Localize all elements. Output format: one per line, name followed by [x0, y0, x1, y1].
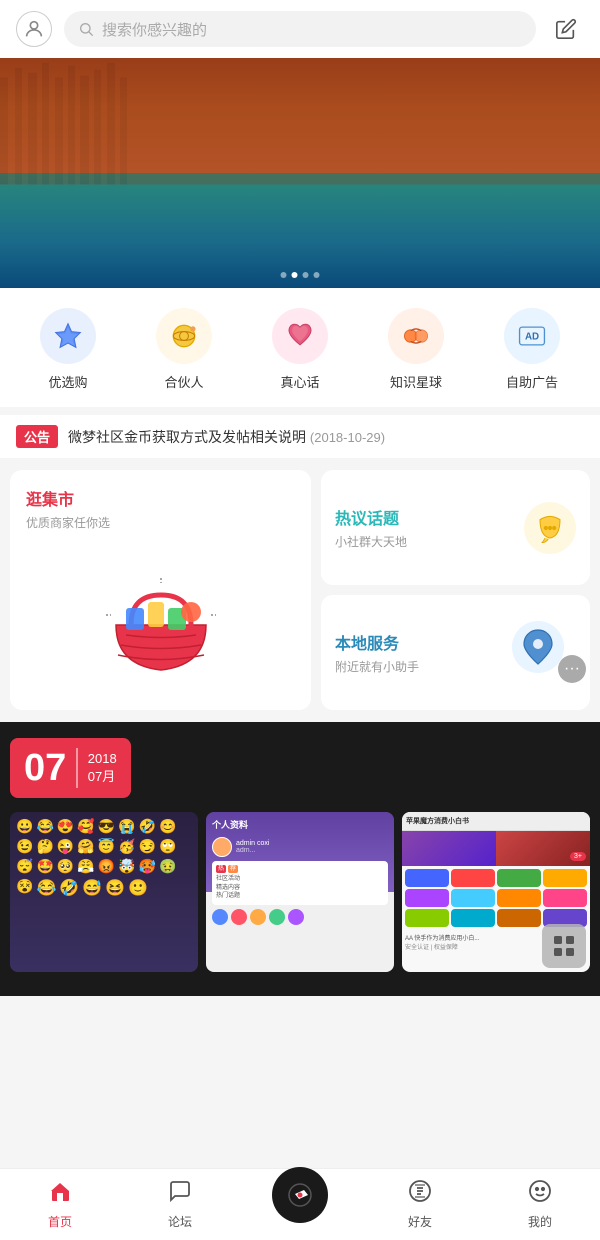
banner-dot-2[interactable]	[292, 272, 298, 278]
youxuangou-icon-circle	[40, 308, 96, 364]
date-month: 07月	[88, 766, 117, 785]
edit-icon	[555, 18, 577, 40]
announcement-date: (2018-10-29)	[310, 430, 385, 445]
content-section: 07 2018 07月 😀😂😍🥰😎 😭🤣😊😉🤔 😜🤗😇🥳😏 🙄😴🤩🥺😤 😡🤯🥵🤢…	[0, 722, 600, 996]
floating-grid-button[interactable]	[542, 924, 586, 968]
search-bar[interactable]: 搜索你感兴趣的	[64, 11, 536, 47]
banner-dot-1[interactable]	[281, 272, 287, 278]
nav-home-label: 首页	[48, 1213, 72, 1230]
nav-mine-label: 我的	[528, 1213, 552, 1230]
card-right-column: 热议话题 小社群大天地 本地服务 附近就有小助手	[321, 470, 590, 710]
nav-friends[interactable]: 好友	[360, 1179, 480, 1230]
huoban-icon-circle	[156, 308, 212, 364]
card-local-service-icon-wrap: ···	[512, 621, 576, 685]
zhishi-label: 知识星球	[390, 372, 442, 391]
quick-icon-zhishi[interactable]: 知识星球	[358, 308, 474, 391]
card-hot-topics-icon	[524, 502, 576, 554]
more-dots-icon[interactable]: ···	[558, 655, 586, 683]
bottom-spacer	[0, 996, 600, 1076]
card-hot-topics-title: 热议话题	[335, 505, 407, 529]
card-hot-topics[interactable]: 热议话题 小社群大天地	[321, 470, 590, 585]
announcement-badge: 公告	[16, 425, 58, 448]
nav-discover[interactable]	[240, 1187, 360, 1223]
discover-center-button[interactable]	[272, 1167, 328, 1223]
quick-icon-huoban[interactable]: 合伙人	[126, 308, 242, 391]
date-year: 2018	[88, 751, 117, 766]
quick-icon-zhenshenghua[interactable]: 真心话	[242, 308, 358, 391]
youxuangou-label: 优选购	[48, 372, 87, 391]
date-box: 07 2018 07月	[10, 738, 131, 798]
bottom-nav: 首页 论坛 好友	[0, 1168, 600, 1240]
zhenshenghua-label: 真心话	[280, 372, 319, 391]
date-day: 07	[24, 749, 66, 787]
zhishi-icon-circle	[388, 308, 444, 364]
card-market-title: 逛集市	[26, 492, 74, 509]
basket-illustration	[96, 570, 226, 700]
banner-water	[0, 173, 600, 288]
forum-icon	[168, 1179, 192, 1209]
nav-forum[interactable]: 论坛	[120, 1179, 240, 1230]
search-icon	[78, 21, 94, 37]
quick-icons-section: 优选购 合伙人 真心话	[0, 288, 600, 407]
content-card-2[interactable]: 个人资料 admin coxiadm... 热 荐 社区活动 精选内容 热门话题	[206, 812, 394, 972]
banner-image	[0, 58, 600, 288]
card-local-service-title: 本地服务	[335, 630, 419, 654]
nav-friends-label: 好友	[408, 1213, 432, 1230]
svg-text:AD: AD	[525, 332, 539, 343]
card-local-service[interactable]: 本地服务 附近就有小助手 ···	[321, 595, 590, 710]
announcement-bar[interactable]: 公告 微梦社区金币获取方式及发帖相关说明 (2018-10-29)	[0, 415, 600, 458]
guanggao-label: 自助广告	[506, 372, 558, 391]
search-placeholder: 搜索你感兴趣的	[102, 19, 207, 40]
quick-icon-youxuangou[interactable]: 优选购	[10, 308, 126, 391]
guanggao-icon-circle: AD	[504, 308, 560, 364]
nav-home[interactable]: 首页	[0, 1179, 120, 1230]
card-market[interactable]: 逛集市 优质商家任你选	[10, 470, 311, 710]
zhenshenghua-icon-circle	[272, 308, 328, 364]
banner-dots	[281, 272, 320, 278]
nav-mine[interactable]: 我的	[480, 1179, 600, 1230]
friends-icon	[408, 1179, 432, 1209]
date-divider	[76, 748, 78, 788]
content-card-2-bg: 个人资料 admin coxiadm... 热 荐 社区活动 精选内容 热门话题	[206, 812, 394, 972]
date-month-year: 2018 07月	[88, 751, 117, 785]
card-market-subtitle: 优质商家任你选	[26, 514, 295, 531]
content-card-1-bg: 😀😂😍🥰😎 😭🤣😊😉🤔 😜🤗😇🥳😏 🙄😴🤩🥺😤 😡🤯🥵🤢😵 😂🤣😅😆🙂	[10, 812, 198, 972]
content-card-1[interactable]: 😀😂😍🥰😎 😭🤣😊😉🤔 😜🤗😇🥳😏 🙄😴🤩🥺😤 😡🤯🥵🤢😵 😂🤣😅😆🙂	[10, 812, 198, 972]
banner-dot-3[interactable]	[303, 272, 309, 278]
announcement-text: 微梦社区金币获取方式及发帖相关说明 (2018-10-29)	[68, 427, 385, 447]
emoji-grid: 😀😂😍🥰😎 😭🤣😊😉🤔 😜🤗😇🥳😏 🙄😴🤩🥺😤 😡🤯🥵🤢😵 😂🤣😅😆🙂	[10, 812, 198, 904]
card-hot-topics-text: 热议话题 小社群大天地	[335, 505, 407, 550]
content-cards: 😀😂😍🥰😎 😭🤣😊😉🤔 😜🤗😇🥳😏 🙄😴🤩🥺😤 😡🤯🥵🤢😵 😂🤣😅😆🙂 个人资料…	[10, 812, 590, 972]
nav-forum-label: 论坛	[168, 1213, 192, 1230]
quick-icon-guanggao[interactable]: AD 自助广告	[474, 308, 590, 391]
home-icon	[48, 1179, 72, 1209]
content-header: 07 2018 07月	[10, 738, 590, 798]
avatar[interactable]	[16, 11, 52, 47]
edit-button[interactable]	[548, 11, 584, 47]
banner-dot-4[interactable]	[314, 272, 320, 278]
huoban-label: 合伙人	[164, 372, 203, 391]
card-local-service-text: 本地服务 附近就有小助手	[335, 630, 419, 675]
card-local-service-subtitle: 附近就有小助手	[335, 658, 419, 675]
card-local-service-icon	[512, 621, 564, 673]
cards-grid: 逛集市 优质商家任你选	[0, 460, 600, 720]
header: 搜索你感兴趣的	[0, 0, 600, 58]
mine-icon	[528, 1179, 552, 1209]
card-hot-topics-subtitle: 小社群大天地	[335, 533, 407, 550]
banner	[0, 58, 600, 288]
